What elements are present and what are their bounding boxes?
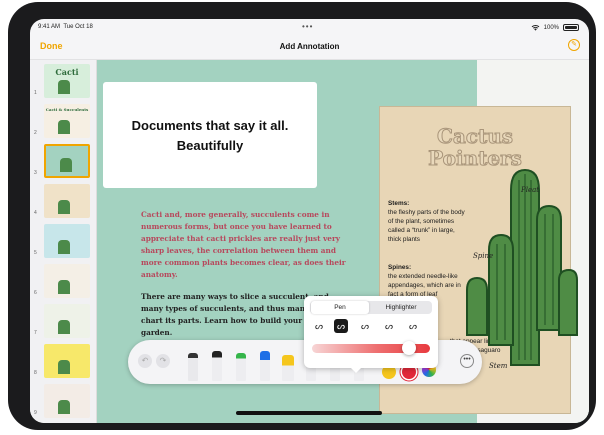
thumbnail-page-9[interactable] xyxy=(44,384,90,418)
stroke-style-2[interactable]: ᔕ xyxy=(334,319,348,333)
stroke-style-5[interactable]: ᔕ xyxy=(406,319,420,333)
handwriting-spine: Spine xyxy=(473,252,494,260)
thumbnail-page-4[interactable] xyxy=(44,184,90,218)
battery-icon xyxy=(563,24,579,31)
thumbnail-number: 3 xyxy=(34,170,37,176)
stroke-style-3[interactable]: ᔕ xyxy=(358,319,372,333)
thumbnail-page-6[interactable] xyxy=(44,264,90,298)
thumbnail-cactus-art xyxy=(60,158,72,172)
thumbnail-number: 5 xyxy=(34,250,37,256)
thumbnail-cactus-art xyxy=(58,240,70,254)
thumbnail-number: 6 xyxy=(34,290,37,296)
cactus-drawing xyxy=(466,168,578,366)
thumbnail-cactus-art xyxy=(58,80,70,94)
intro-paragraph: Cacti and, more generally, succulents co… xyxy=(141,210,346,279)
thumbnail-cactus-art xyxy=(58,320,70,334)
more-options-icon[interactable]: ••• xyxy=(460,354,474,368)
thumbnail-page-8[interactable] xyxy=(44,344,90,378)
page-title: Add Annotation xyxy=(279,42,340,51)
thumbnail-cactus-art xyxy=(58,200,70,214)
status-time-date: 9:41 AM Tue Oct 18 xyxy=(38,24,93,30)
stroke-style-1[interactable]: ᔕ xyxy=(312,319,326,333)
highlighter-tool-icon[interactable] xyxy=(282,355,294,381)
thumbnail-page-2[interactable]: Cacti & Succulents xyxy=(44,104,90,138)
thumbnail-page-3[interactable] xyxy=(44,144,90,178)
navigation-bar: Done Add Annotation ✎ xyxy=(30,35,589,60)
thumbnail-cactus-art xyxy=(58,280,70,294)
handwriting-stem: Stem xyxy=(489,362,508,370)
thumbnail-title: Cacti xyxy=(55,67,79,77)
thumbnail-number: 4 xyxy=(34,210,37,216)
thumbnail-number: 9 xyxy=(34,410,37,416)
pen-highlighter-toggle: Pen Highlighter xyxy=(310,301,432,314)
home-indicator xyxy=(236,411,382,415)
stems-text: Stems: the fleshy parts of the body of th… xyxy=(388,200,465,243)
tab-highlighter[interactable]: Highlighter xyxy=(371,301,431,314)
multitasking-dots-icon[interactable]: ••• xyxy=(302,22,313,31)
popup-caret xyxy=(350,367,362,373)
thumbnail-page-7[interactable] xyxy=(44,304,90,338)
redo-icon[interactable]: ↷ xyxy=(156,354,170,368)
opacity-slider-knob[interactable] xyxy=(401,341,416,355)
pen-options-popup: Pen Highlighter ᔕ ᔕ ᔕ ᔕ ᔕ xyxy=(304,296,438,368)
monoline-tool-icon[interactable] xyxy=(212,351,222,381)
annotation-line-2: Beautifully xyxy=(176,138,244,153)
battery-percent: 100% xyxy=(543,24,559,31)
markup-icon[interactable]: ✎ xyxy=(568,39,580,51)
undo-icon[interactable]: ↶ xyxy=(138,354,152,368)
stroke-style-4[interactable]: ᔕ xyxy=(382,319,396,333)
ipad-frame: 9:41 AM Tue Oct 18 ••• 100% Done Add Ann… xyxy=(8,2,596,430)
page-thumbnails-sidebar: Cacti 1 Cacti & Succulents 2 3 4 5 6 7 8 9 xyxy=(30,60,97,423)
thumbnail-cactus-art xyxy=(58,400,70,414)
wifi-icon xyxy=(531,24,539,31)
thumbnail-number: 7 xyxy=(34,330,37,336)
screen: 9:41 AM Tue Oct 18 ••• 100% Done Add Ann… xyxy=(30,19,589,423)
fountain-pen-tool-icon[interactable] xyxy=(260,351,270,381)
status-bar: 9:41 AM Tue Oct 18 ••• 100% xyxy=(30,19,589,35)
annotation-line-1: Documents that say it all. xyxy=(131,118,289,133)
thumbnail-cactus-art xyxy=(58,120,70,134)
handwriting-pleat: Pleat xyxy=(521,186,540,194)
thumbnail-number: 8 xyxy=(34,370,37,376)
thumbnail-number: 1 xyxy=(34,90,37,96)
marker-tool-icon[interactable] xyxy=(236,353,246,381)
annotation-box[interactable]: Documents that say it all. Beautifully xyxy=(103,82,317,188)
thumbnail-page-5[interactable] xyxy=(44,224,90,258)
tab-pen[interactable]: Pen xyxy=(311,301,369,314)
thumbnail-page-1[interactable]: Cacti xyxy=(44,64,90,98)
thumbnail-number: 2 xyxy=(34,130,37,136)
pen-tool-icon[interactable] xyxy=(188,353,198,381)
thumbnail-cactus-art xyxy=(58,360,70,374)
spines-text: Spines: the extended needle-like appendag… xyxy=(388,264,461,298)
thumbnail-title: Cacti & Succulents xyxy=(45,107,89,112)
